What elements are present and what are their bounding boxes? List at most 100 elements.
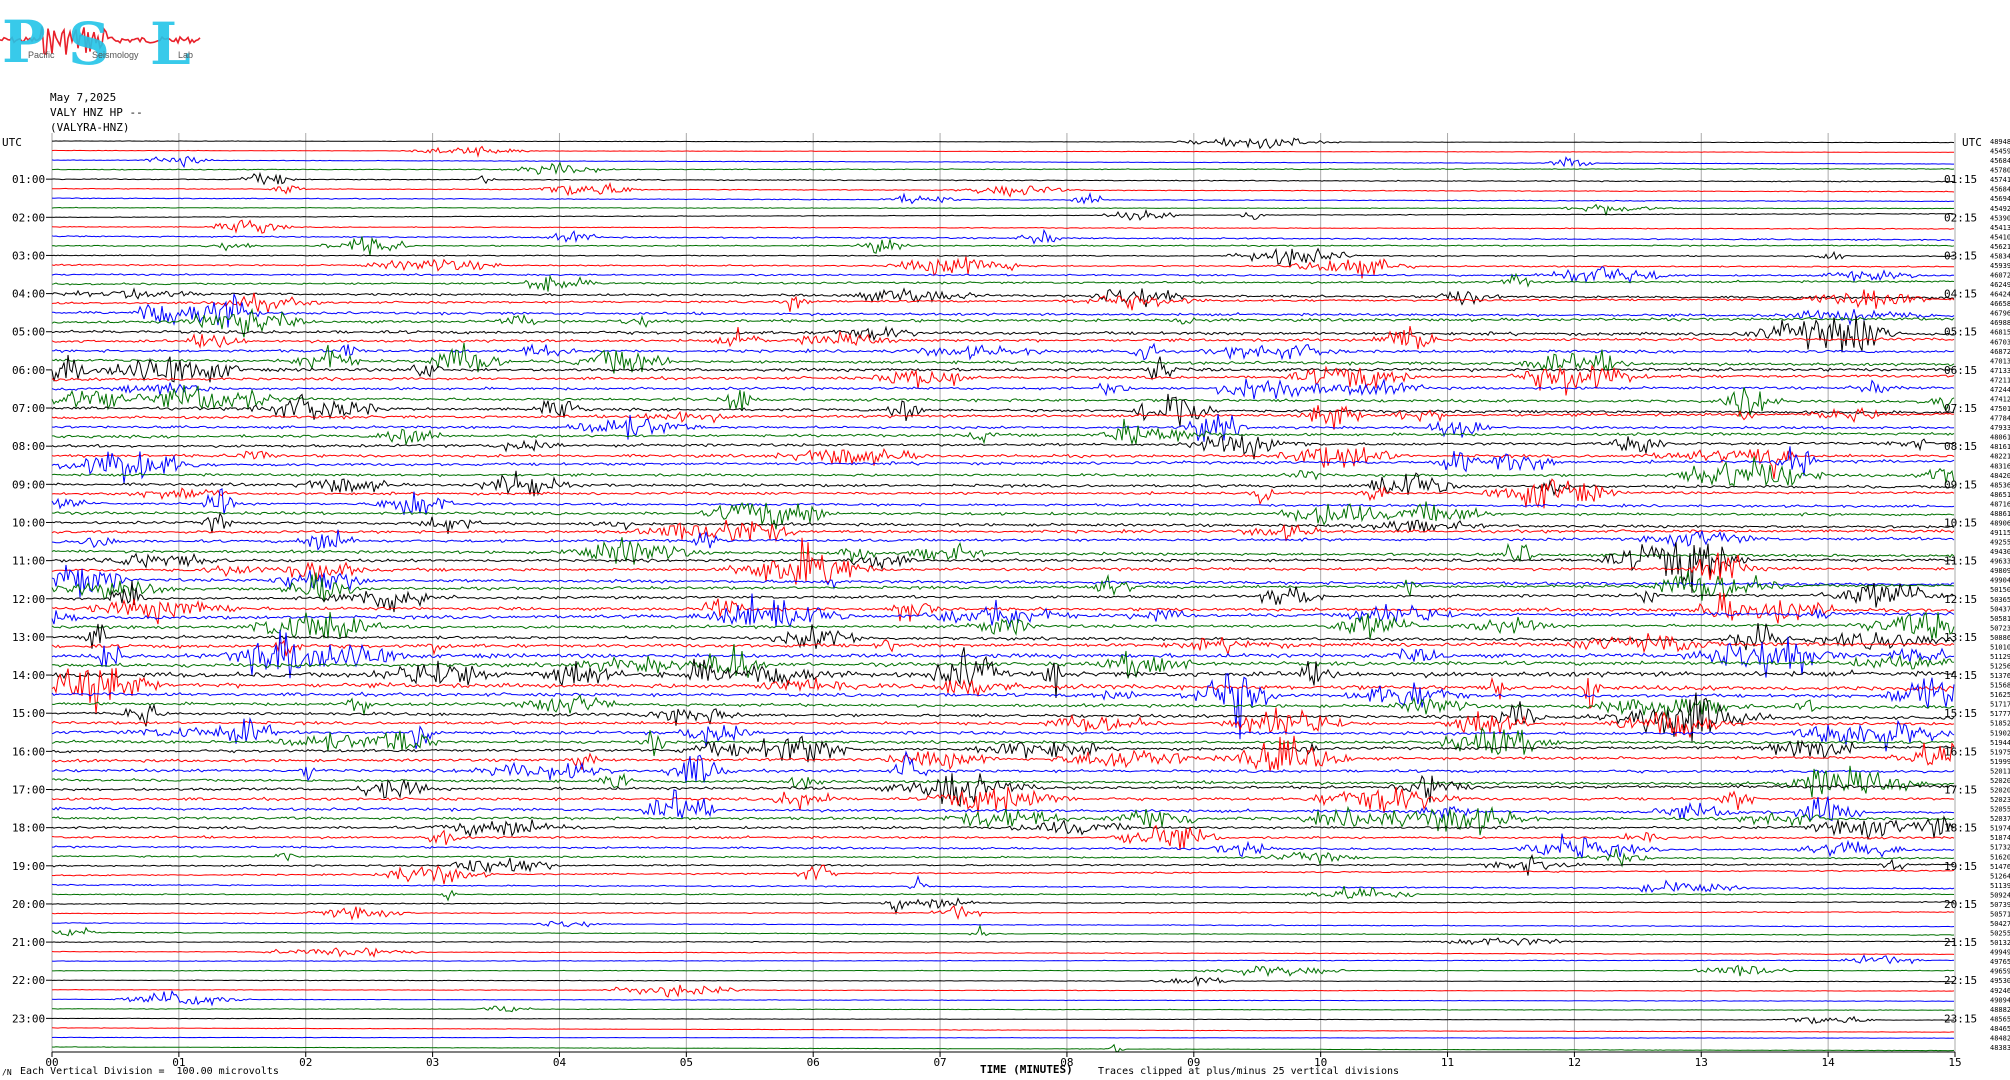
hour-label-right: 20:15 (1944, 898, 1977, 911)
hour-label-left: 11:00 (12, 555, 45, 568)
x-tick-label: 14 (1822, 1056, 1836, 1069)
seismic-trace (51, 905, 1955, 921)
trace-mean-label: 51376 (1990, 672, 2010, 680)
trace-mean-label: 49633 (1990, 558, 2010, 566)
trace-mean-label: 51944 (1990, 739, 2010, 747)
trace-mean-label: 45390 (1990, 214, 2010, 222)
seismic-trace (51, 145, 1955, 158)
hour-label-right: 13:15 (1944, 631, 1977, 644)
seismic-trace (51, 377, 1955, 400)
trace-mean-label: 49255 (1990, 539, 2010, 547)
x-tick-label: 06 (807, 1056, 820, 1069)
seismic-trace (51, 191, 1954, 205)
seismic-trace (51, 735, 1955, 772)
seismic-trace (52, 964, 1955, 978)
trace-mean-label: 46872 (1990, 348, 2010, 356)
seismic-trace (51, 208, 1955, 221)
x-tick-label: 07 (933, 1056, 946, 1069)
trace-mean-labels: 4894845459456844578045741456844569445492… (1990, 138, 2010, 1052)
trace-mean-label: 48316 (1990, 462, 2010, 470)
seismic-trace (51, 529, 1955, 552)
trace-mean-label: 50924 (1990, 891, 2010, 899)
hour-label-right: 18:15 (1944, 822, 1977, 835)
seismic-trace (51, 1015, 1954, 1025)
trace-mean-label: 46249 (1990, 281, 2010, 289)
trace-mean-label: 52020 (1990, 787, 2010, 795)
seismic-trace (51, 571, 1955, 603)
seismic-trace (51, 171, 1955, 186)
plot-grid (51, 133, 1956, 1052)
seismic-trace (51, 247, 1955, 267)
x-tick-label: 11 (1441, 1056, 1454, 1069)
trace-mean-label: 52023 (1990, 796, 2010, 804)
seismic-trace (51, 393, 1955, 427)
seismic-trace (51, 975, 1954, 987)
trace-mean-label: 52055 (1990, 806, 2010, 814)
trace-mean-label: 45694 (1990, 195, 2010, 203)
trace-mean-label: 45741 (1990, 176, 2010, 184)
seismic-trace (51, 805, 1955, 836)
hour-label-right: 10:15 (1944, 516, 1977, 529)
seismic-trace (51, 181, 1955, 198)
seismic-trace (51, 266, 1955, 284)
trace-mean-label: 48948 (1990, 138, 2010, 146)
trace-mean-label: 50886 (1990, 634, 2010, 642)
seismic-trace (51, 272, 1955, 292)
seismic-trace (51, 864, 1955, 885)
hour-label-right: 21:15 (1944, 936, 1977, 949)
seismic-trace (51, 287, 1955, 308)
trace-mean-label: 50427 (1990, 920, 2010, 928)
seismic-trace (51, 885, 1955, 902)
trace-mean-label: 48061 (1990, 434, 2010, 442)
trace-mean-label: 45939 (1990, 262, 2010, 270)
seismic-trace (51, 633, 1955, 657)
x-tick-label: 03 (426, 1056, 439, 1069)
seismic-trace (51, 1027, 1955, 1033)
hour-label-left: 05:00 (12, 326, 45, 339)
x-tick-label: 12 (1568, 1056, 1581, 1069)
trace-mean-label: 47412 (1990, 395, 2010, 403)
trace-mean-label: 45684 (1990, 186, 2010, 194)
hour-label-right: 09:15 (1944, 478, 1977, 491)
seismic-trace (51, 315, 1955, 353)
hour-label-left: 13:00 (12, 631, 45, 644)
trace-mean-label: 50723 (1990, 624, 2010, 632)
trace-mean-label: 49659 (1990, 968, 2010, 976)
hour-label-left: 18:00 (12, 822, 45, 835)
trace-mean-label: 50150 (1990, 586, 2010, 594)
seismic-trace (51, 824, 1955, 851)
trace-mean-label: 50581 (1990, 615, 2010, 623)
x-tick-label: 05 (680, 1056, 693, 1069)
right-axis-title: UTC (1962, 136, 1982, 149)
hour-label-right: 05:15 (1944, 326, 1977, 339)
trace-mean-label: 51568 (1990, 682, 2010, 690)
trace-mean-label: 51717 (1990, 701, 2010, 709)
trace-mean-label: 51129 (1990, 653, 2010, 661)
trace-mean-label: 51620 (1990, 853, 2010, 861)
x-tick-label: 02 (299, 1056, 312, 1069)
trace-mean-label: 51010 (1990, 643, 2010, 651)
trace-mean-label: 45410 (1990, 233, 2010, 241)
trace-mean-label: 52020 (1990, 777, 2010, 785)
hour-label-left: 07:00 (12, 402, 45, 415)
seismic-trace (51, 947, 1955, 958)
seismic-trace (51, 414, 1955, 442)
trace-mean-label: 49949 (1990, 949, 2010, 957)
seismic-trace (51, 848, 1955, 868)
trace-mean-label: 47784 (1990, 415, 2010, 423)
seismic-trace (51, 673, 1955, 740)
trace-mean-label: 46072 (1990, 272, 2010, 280)
hour-label-right: 17:15 (1944, 784, 1977, 797)
trace-mean-label: 45492 (1990, 205, 2010, 213)
seismic-trace (51, 1005, 1955, 1013)
seismic-trace (51, 954, 1955, 965)
trace-mean-label: 52011 (1990, 767, 2010, 775)
trace-mean-label: 49809 (1990, 567, 2010, 575)
hour-label-right: 15:15 (1944, 707, 1977, 720)
hour-label-left: 04:00 (12, 288, 45, 301)
seismic-trace (51, 692, 1955, 742)
hour-label-left: 08:00 (12, 440, 45, 453)
helicorder-plot: UTC 01:00 02:00 03:00 04:00 05:00 06:00 07:00 08… (2, 133, 2010, 1069)
trace-mean-label: 48383 (1990, 1044, 2010, 1052)
trace-mean-label: 48906 (1990, 519, 2010, 527)
